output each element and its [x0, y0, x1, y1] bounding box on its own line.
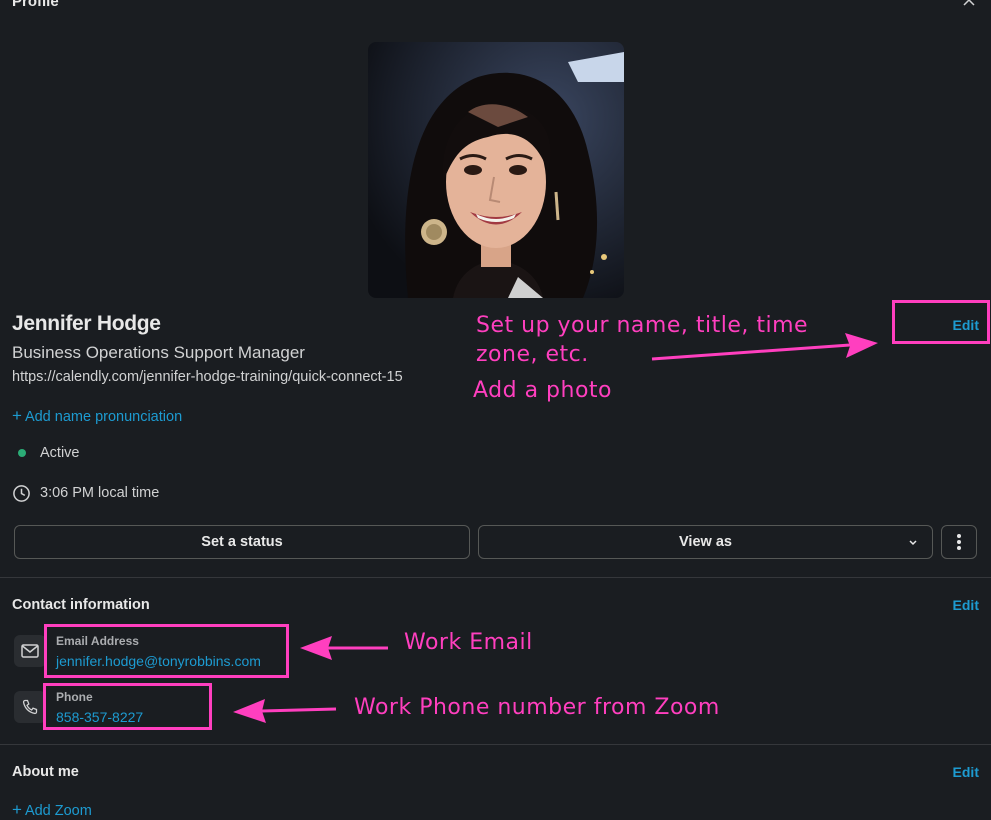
annotation-arrow-to-phone	[233, 699, 337, 723]
annotation-arrow-to-email	[300, 636, 388, 660]
annotation-arrows	[233, 333, 878, 723]
annotation-arrow-to-edit	[651, 333, 878, 361]
